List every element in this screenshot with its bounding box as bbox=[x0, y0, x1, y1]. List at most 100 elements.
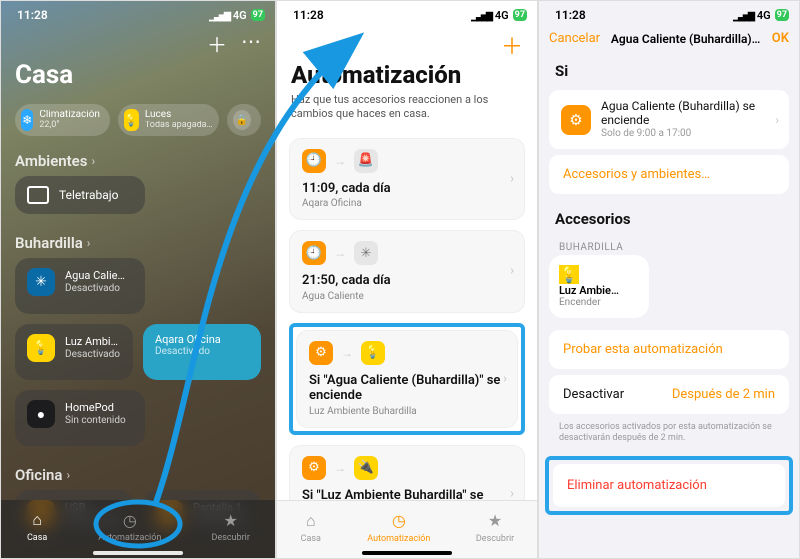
chevron-right-icon: › bbox=[91, 154, 95, 168]
network-label: 4G bbox=[233, 9, 247, 22]
signal-icon bbox=[209, 9, 229, 22]
eliminar-button[interactable]: Eliminar automatización bbox=[553, 464, 785, 507]
lock-icon: 🔒 bbox=[233, 110, 251, 130]
chevron-right-icon: › bbox=[87, 236, 91, 250]
chip-label: Luces bbox=[145, 110, 213, 121]
chevron-right-icon: › bbox=[775, 113, 779, 127]
phone-automatizacion: 11:28 4G 97 ＋ Automatización Haz que tus… bbox=[276, 0, 538, 559]
arrow-icon: → bbox=[334, 154, 346, 168]
arrow-icon: → bbox=[341, 346, 353, 360]
phone-detail: 11:28 4G 97 Cancelar Agua Caliente (Buha… bbox=[538, 0, 800, 559]
automation-item[interactable]: 🕘 → 🚨 11:09, cada día Aqara Oficina › bbox=[289, 138, 525, 221]
tab-automatizacion[interactable]: ◷ Automatización bbox=[367, 510, 430, 544]
network-icon: ⚙ bbox=[302, 456, 326, 480]
section-ambientes[interactable]: Ambientes › bbox=[1, 142, 275, 176]
home-indicator bbox=[93, 551, 183, 555]
fan-icon: ✳ bbox=[27, 268, 55, 296]
section-oficina[interactable]: Oficina › bbox=[1, 456, 275, 490]
tab-casa[interactable]: ⌂ Casa bbox=[300, 510, 322, 544]
fan-icon: ✳ bbox=[354, 241, 378, 265]
tab-bar: ⌂ Casa ◷ Automatización ★ Descubrir bbox=[1, 500, 275, 558]
battery-icon: 97 bbox=[513, 9, 527, 21]
signal-icon bbox=[733, 9, 753, 22]
clock-icon: ◷ bbox=[119, 509, 141, 531]
battery-icon: 97 bbox=[775, 9, 789, 21]
bulb-icon: 💡 bbox=[124, 109, 139, 131]
tab-descubrir[interactable]: ★ Descubrir bbox=[212, 509, 250, 543]
section-si: Si bbox=[539, 52, 799, 84]
chip-label: Climatización bbox=[39, 110, 100, 121]
section-buhardilla[interactable]: Buhardilla › bbox=[1, 224, 275, 258]
status-bar: 11:28 4G 97 bbox=[1, 1, 275, 25]
tv-icon bbox=[27, 186, 49, 204]
accessory-tile-luz[interactable]: 💡 Luz Ambie… Encender bbox=[549, 255, 649, 318]
page-subtitle: Haz que tus accesorios reaccionen a los … bbox=[291, 93, 523, 122]
house-icon: ⌂ bbox=[26, 509, 48, 531]
clock-icon: 🕘 bbox=[302, 241, 326, 265]
homepod-icon: ● bbox=[27, 400, 55, 428]
page-title: Casa bbox=[15, 60, 261, 90]
siren-icon: 🚨 bbox=[354, 149, 378, 173]
house-icon: ⌂ bbox=[300, 510, 322, 532]
clock-icon: 🕘 bbox=[302, 149, 326, 173]
status-bar: 11:28 4G 97 bbox=[539, 1, 799, 25]
highlight-box: ⚙ → 💡 Si "Agua Caliente (Buhardilla)" se… bbox=[289, 323, 525, 435]
chevron-right-icon: › bbox=[503, 371, 507, 386]
tile-luz-ambiente[interactable]: 💡 Luz Ambie… Desactivado bbox=[15, 324, 133, 380]
add-button[interactable]: ＋ bbox=[291, 29, 523, 61]
star-icon: ★ bbox=[220, 509, 242, 531]
chevron-right-icon: › bbox=[510, 264, 514, 279]
signal-icon bbox=[471, 9, 491, 22]
highlight-box: Eliminar automatización bbox=[545, 456, 793, 515]
status-time: 11:28 bbox=[555, 8, 586, 22]
phone-home: 11:28 4G 97 ＋ ⋯ Casa ❄ Climatización 22,… bbox=[0, 0, 276, 559]
status-bar: 11:28 4G 97 bbox=[277, 1, 537, 25]
tile-homepod[interactable]: ● HomePod Sin contenido bbox=[15, 390, 145, 446]
nav-bar: Cancelar Agua Caliente (Buhardilla) s… O… bbox=[539, 25, 799, 52]
battery-icon: 97 bbox=[251, 9, 265, 21]
tile-agua-caliente[interactable]: ✳ Agua Calie… Desactivado bbox=[15, 258, 145, 314]
tile-aqara[interactable]: Aqara Oficina Desactivado bbox=[143, 324, 261, 380]
bulb-icon: 💡 bbox=[27, 334, 55, 362]
network-icon: ⚙ bbox=[309, 341, 333, 365]
nav-title: Agua Caliente (Buhardilla) s… bbox=[611, 32, 761, 46]
bulb-icon: 💡 bbox=[361, 341, 385, 365]
network-label: 4G bbox=[757, 9, 771, 22]
desactivar-cell[interactable]: Desactivar Después de 2 min bbox=[549, 375, 789, 414]
probar-link[interactable]: Probar esta automatización bbox=[549, 330, 789, 369]
chip-climatizacion[interactable]: ❄ Climatización 22,0° bbox=[15, 104, 110, 136]
page-title: Automatización bbox=[291, 61, 523, 89]
automation-item-agua[interactable]: ⚙ → 💡 Si "Agua Caliente (Buhardilla)" se… bbox=[296, 330, 518, 428]
tab-descubrir[interactable]: ★ Descubrir bbox=[476, 510, 514, 544]
plug-icon: 🔌 bbox=[354, 456, 378, 480]
cancel-button[interactable]: Cancelar bbox=[549, 31, 600, 46]
tab-casa[interactable]: ⌂ Casa bbox=[26, 509, 48, 543]
tile-teletrabajo[interactable]: Teletrabajo bbox=[15, 176, 145, 214]
ok-button[interactable]: OK bbox=[772, 31, 789, 46]
arrow-icon: → bbox=[334, 461, 346, 475]
status-time: 11:28 bbox=[293, 8, 324, 22]
tab-automatizacion[interactable]: ◷ Automatización bbox=[98, 509, 161, 543]
network-icon: ⚙ bbox=[561, 105, 591, 135]
chip-more[interactable]: 🔒 bbox=[227, 104, 261, 136]
chevron-right-icon: › bbox=[510, 171, 514, 186]
snowflake-icon: ❄ bbox=[21, 109, 33, 131]
clock-icon: ◷ bbox=[388, 510, 410, 532]
network-label: 4G bbox=[495, 9, 509, 22]
home-indicator bbox=[362, 551, 452, 555]
chip-luces[interactable]: 💡 Luces Todas apagada… bbox=[118, 104, 219, 136]
section-accesorios: Accesorios bbox=[539, 200, 799, 232]
desactivar-note: Los accesorios activados por esta automa… bbox=[539, 420, 799, 450]
tab-bar: ⌂ Casa ◷ Automatización ★ Descubrir bbox=[277, 500, 537, 558]
group-label: BUHARDILLA bbox=[539, 232, 799, 255]
automation-item[interactable]: 🕘 → ✳ 21:50, cada día Agua Caliente › bbox=[289, 230, 525, 313]
accesorios-ambientes-link[interactable]: Accesorios y ambientes… bbox=[549, 155, 789, 194]
chip-sub: Todas apagada… bbox=[145, 121, 213, 130]
status-time: 11:28 bbox=[17, 8, 48, 22]
arrow-icon: → bbox=[334, 246, 346, 260]
bulb-icon: 💡 bbox=[559, 265, 579, 284]
more-icon[interactable]: ⋯ bbox=[241, 29, 261, 58]
add-icon[interactable]: ＋ bbox=[207, 29, 227, 58]
trigger-cell[interactable]: ⚙ Agua Caliente (Buhardilla) se enciende… bbox=[549, 90, 789, 149]
chip-sub: 22,0° bbox=[39, 121, 100, 130]
